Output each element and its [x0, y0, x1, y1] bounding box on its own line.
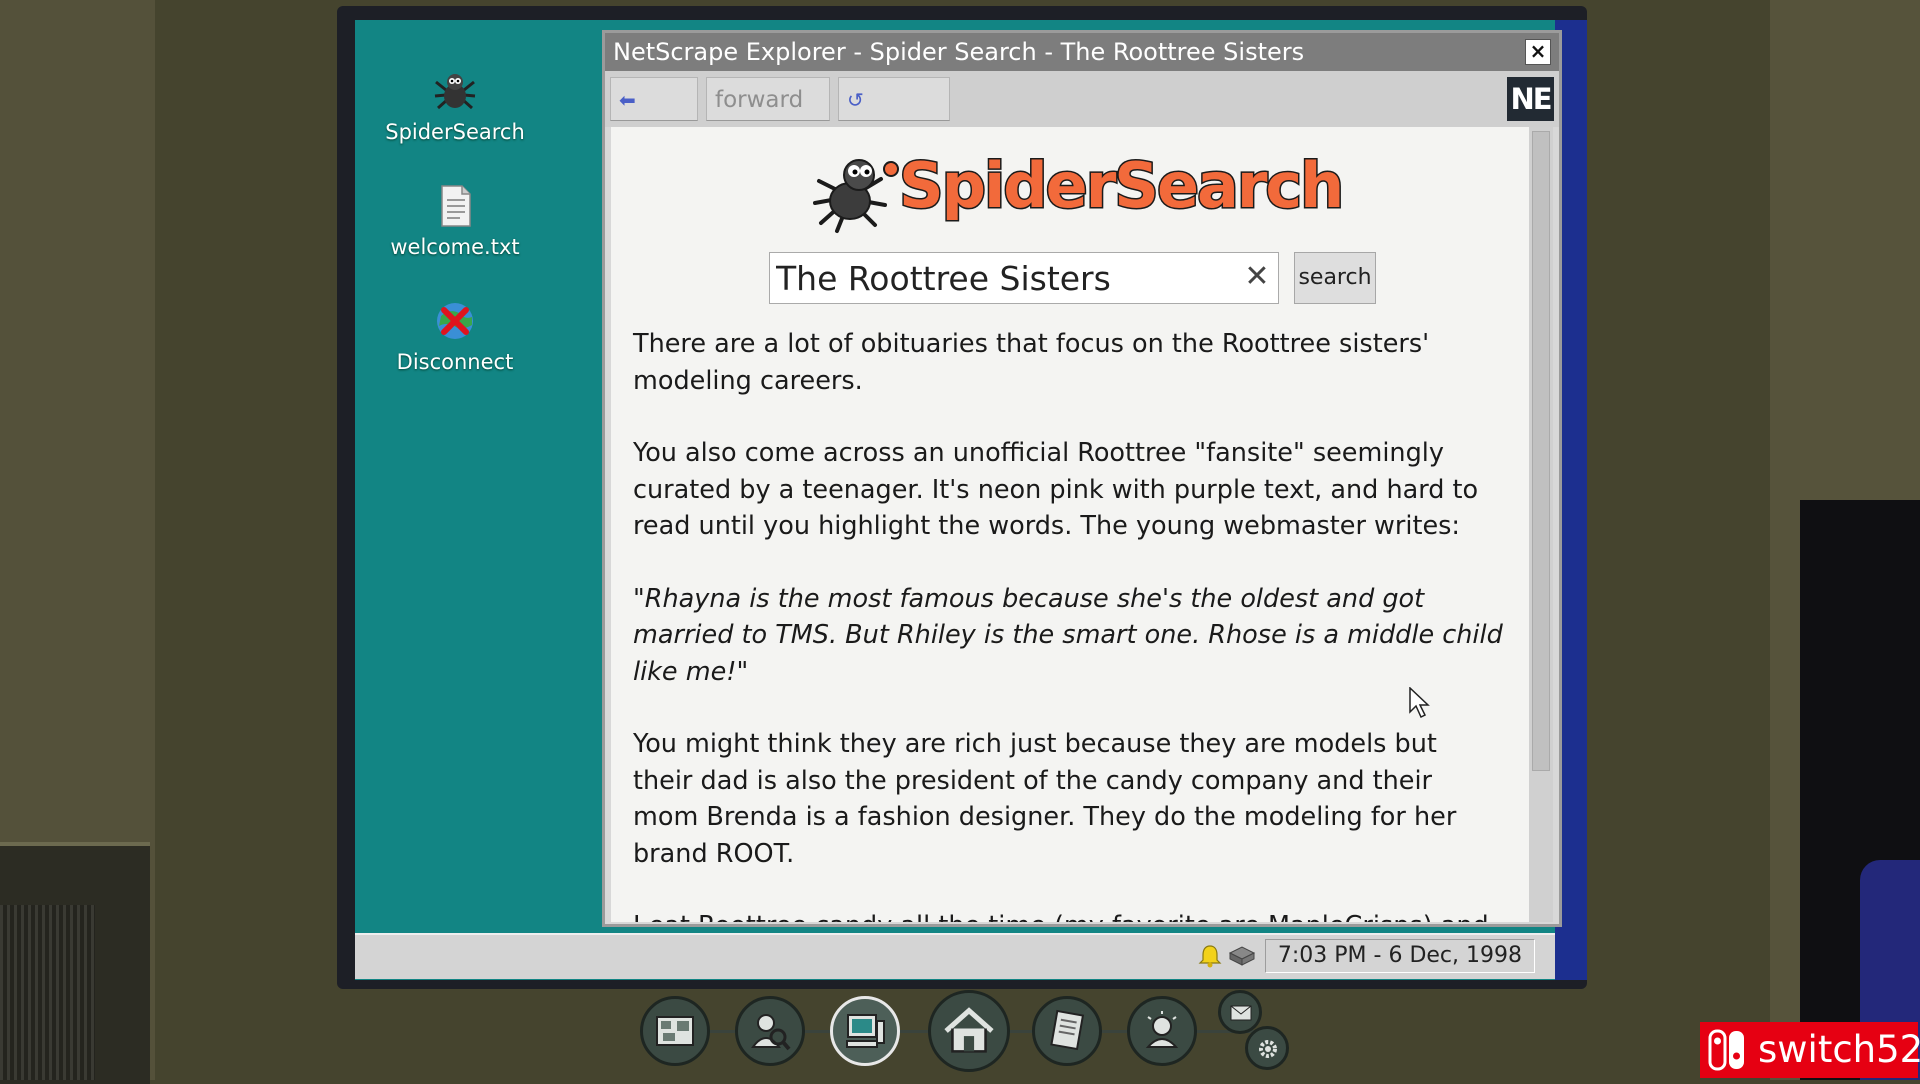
search-input[interactable]: [770, 253, 1230, 303]
search-box: ✕: [769, 252, 1279, 304]
desktop-icon-disconnect[interactable]: Disconnect: [355, 298, 555, 374]
desktop-icon-spidersearch[interactable]: SpiderSearch: [355, 68, 555, 144]
network-icon[interactable]: [1227, 943, 1257, 969]
contacts-icon: [1145, 1011, 1179, 1048]
search-button[interactable]: search: [1294, 252, 1376, 304]
browser-toolbar: ⬅ back forward ⮕ ↺ history NE: [605, 71, 1559, 157]
computer-icon: [846, 1014, 885, 1048]
result-paragraph: I eat Roottree candy all the time (my fa…: [633, 908, 1503, 922]
document-icon: [441, 185, 471, 227]
result-paragraph: There are a lot of obituaries that focus…: [633, 329, 1430, 396]
window-title: NetScrape Explorer - Spider Search - The…: [613, 38, 1305, 66]
result-paragraph: You might think they are rich just becau…: [633, 729, 1457, 869]
scrollbar-thumb[interactable]: [1532, 131, 1550, 771]
desktop-icon-label: SpiderSearch: [385, 120, 525, 144]
history-icon: ↺: [847, 88, 864, 112]
vertical-scrollbar[interactable]: [1529, 127, 1553, 922]
notebook-icon: [1050, 1009, 1085, 1051]
spider-mascot-icon: [813, 159, 899, 233]
evidence-board-icon: [656, 1016, 694, 1046]
suspect-search-icon: [751, 1014, 791, 1051]
search-result-text: There are a lot of obituaries that focus…: [633, 326, 1503, 922]
mail-icon: [1230, 1005, 1252, 1021]
arrow-left-icon: ⬅: [619, 88, 636, 112]
spider-icon: [434, 74, 476, 110]
desktop-icon-label: welcome.txt: [390, 235, 520, 259]
dock-computer-button[interactable]: [830, 996, 900, 1066]
result-paragraph: You also come across an unofficial Roott…: [633, 438, 1479, 541]
mouse-cursor-icon: [1409, 687, 1430, 719]
spidersearch-logo: SpiderSearch: [811, 145, 1351, 235]
speaker-grill: [0, 905, 95, 1080]
back-button[interactable]: ⬅ back: [610, 77, 698, 157]
taskbar: 7:03 PM - 6 Dec, 1998: [355, 933, 1555, 979]
forward-button[interactable]: forward ⮕: [706, 77, 830, 156]
watermark: switch520: [1700, 1022, 1920, 1078]
history-button[interactable]: ↺ history: [838, 77, 950, 157]
settings-icon: [1259, 1040, 1277, 1058]
taskbar-clock: 7:03 PM - 6 Dec, 1998: [1264, 939, 1535, 973]
dock-evidence-board-button[interactable]: [640, 996, 710, 1066]
dock-suspect-search-button[interactable]: [735, 996, 805, 1066]
close-button[interactable]: ×: [1525, 39, 1551, 65]
dock-notebook-button[interactable]: [1032, 996, 1102, 1066]
game-dock: [640, 990, 1290, 1078]
disconnect-icon: [437, 303, 473, 339]
watermark-text: switch520: [1758, 1028, 1920, 1071]
page-content: SpiderSearch ✕ search There are a lot of…: [611, 127, 1529, 922]
desktop-icon-welcome-txt[interactable]: welcome.txt: [355, 183, 555, 259]
dock-home-button[interactable]: [928, 990, 1010, 1072]
netscrape-logo: NE: [1507, 77, 1554, 121]
logo-text: SpiderSearch: [897, 148, 1345, 224]
clear-search-button[interactable]: ✕: [1242, 262, 1272, 292]
window-titlebar[interactable]: NetScrape Explorer - Spider Search - The…: [605, 33, 1559, 71]
system-tray: 7:03 PM - 6 Dec, 1998: [1197, 939, 1535, 973]
bell-icon[interactable]: [1197, 943, 1223, 969]
switch-logo-icon: [1708, 1029, 1744, 1071]
browser-window: NetScrape Explorer - Spider Search - The…: [602, 30, 1562, 927]
dock-settings-button[interactable]: [1245, 1026, 1289, 1070]
home-icon: [944, 1007, 994, 1053]
result-quote: "Rhayna is the most famous because she's…: [633, 583, 1503, 687]
dock-contacts-button[interactable]: [1127, 996, 1197, 1066]
desktop-icon-label: Disconnect: [396, 350, 514, 374]
forward-button-label: forward: [715, 87, 804, 113]
dock-mail-button[interactable]: [1218, 990, 1262, 1034]
